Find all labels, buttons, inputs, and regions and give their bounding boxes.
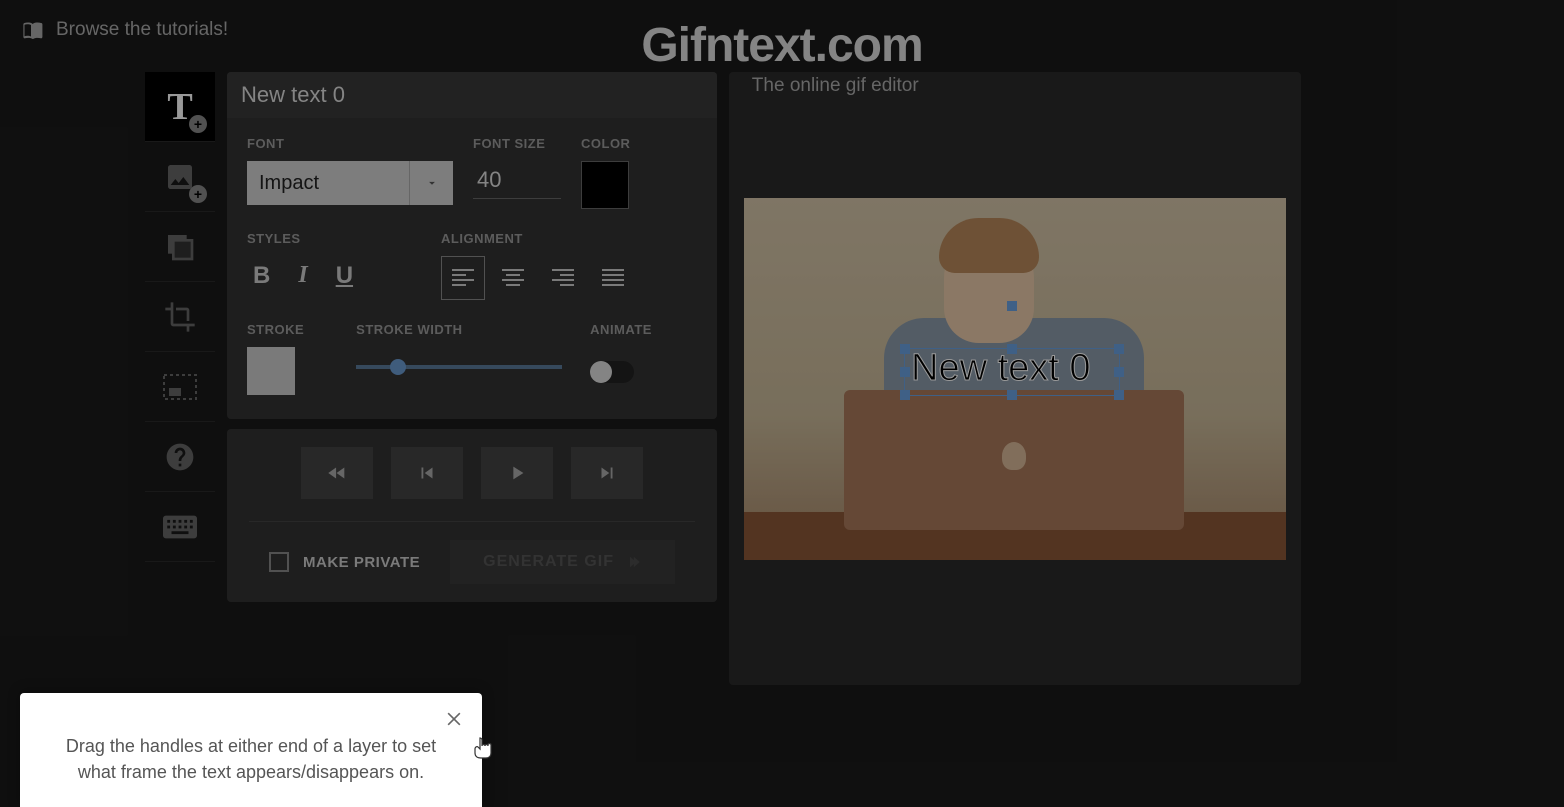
bold-button[interactable]: B bbox=[253, 262, 270, 290]
resize-handle[interactable] bbox=[1007, 344, 1017, 354]
resize-icon bbox=[163, 374, 197, 400]
align-center-button[interactable] bbox=[491, 256, 535, 300]
crop-icon bbox=[164, 301, 196, 333]
color-swatch[interactable] bbox=[581, 161, 629, 209]
add-badge-icon: + bbox=[189, 185, 207, 203]
apple-logo-icon bbox=[1002, 442, 1026, 470]
underline-button[interactable]: U bbox=[336, 262, 353, 290]
align-justify-button[interactable] bbox=[591, 256, 635, 300]
canvas-panel: New text 0 bbox=[729, 72, 1301, 685]
prev-frame-button[interactable] bbox=[391, 447, 463, 499]
generate-gif-button[interactable]: GENERATE GIF bbox=[450, 540, 675, 584]
next-frame-button[interactable] bbox=[571, 447, 643, 499]
fontsize-label: FONT SIZE bbox=[473, 136, 561, 151]
stroke-swatch[interactable] bbox=[247, 347, 295, 395]
align-right-button[interactable] bbox=[541, 256, 585, 300]
stroke-label: STROKE bbox=[247, 322, 304, 337]
align-left-button[interactable] bbox=[441, 256, 485, 300]
sidebar-keyboard[interactable] bbox=[145, 492, 215, 562]
overlay-text: New text 0 bbox=[911, 347, 1091, 390]
text-overlay[interactable]: New text 0 bbox=[904, 348, 1120, 396]
tooltip-text: Drag the handles at either end of a laye… bbox=[50, 733, 452, 785]
layers-icon bbox=[164, 231, 196, 263]
slider-thumb[interactable] bbox=[390, 359, 406, 375]
site-tagline: The online gif editor bbox=[641, 75, 922, 97]
chevron-down-icon bbox=[409, 161, 453, 205]
add-badge-icon: + bbox=[189, 115, 207, 133]
resize-handle[interactable] bbox=[1007, 390, 1017, 400]
fontsize-input[interactable] bbox=[473, 161, 561, 199]
site-title: Gifntext.com bbox=[641, 18, 922, 73]
preview-hair bbox=[939, 218, 1039, 273]
tutorials-link-label: Browse the tutorials! bbox=[56, 19, 228, 41]
font-label: FONT bbox=[247, 136, 453, 151]
resize-handle[interactable] bbox=[1114, 390, 1124, 400]
make-private-checkbox[interactable]: MAKE PRIVATE bbox=[269, 552, 420, 572]
styles-label: STYLES bbox=[247, 231, 359, 246]
sidebar-help[interactable] bbox=[145, 422, 215, 492]
toggle-thumb bbox=[590, 361, 612, 383]
gif-preview[interactable]: New text 0 bbox=[744, 198, 1286, 560]
sidebar-resize[interactable] bbox=[145, 352, 215, 422]
play-button[interactable] bbox=[481, 447, 553, 499]
generate-label: GENERATE GIF bbox=[483, 553, 614, 571]
resize-handle[interactable] bbox=[1114, 367, 1124, 377]
controls-panel: MAKE PRIVATE GENERATE GIF bbox=[227, 429, 717, 602]
stroke-width-slider[interactable] bbox=[356, 365, 562, 369]
sidebar-add-image[interactable]: + bbox=[145, 142, 215, 212]
make-private-label: MAKE PRIVATE bbox=[303, 554, 420, 571]
resize-handle[interactable] bbox=[1114, 344, 1124, 354]
sidebar-layers[interactable] bbox=[145, 212, 215, 282]
book-icon bbox=[20, 18, 44, 42]
color-label: COLOR bbox=[581, 136, 630, 151]
italic-button[interactable]: I bbox=[298, 262, 307, 290]
cursor-icon bbox=[474, 737, 492, 759]
onboarding-tooltip: Drag the handles at either end of a laye… bbox=[20, 693, 482, 807]
alignment-label: ALIGNMENT bbox=[441, 231, 635, 246]
tutorials-link[interactable]: Browse the tutorials! bbox=[20, 18, 228, 42]
font-select-value: Impact bbox=[247, 172, 409, 195]
strokewidth-label: STROKE WIDTH bbox=[356, 322, 562, 337]
sidebar: T + + bbox=[145, 72, 215, 685]
resize-handle[interactable] bbox=[900, 344, 910, 354]
keyboard-icon bbox=[163, 515, 197, 539]
rotate-handle[interactable] bbox=[1007, 301, 1017, 311]
sidebar-crop[interactable] bbox=[145, 282, 215, 352]
animate-label: ANIMATE bbox=[590, 322, 652, 337]
close-icon[interactable] bbox=[444, 709, 464, 729]
resize-handle[interactable] bbox=[900, 390, 910, 400]
resize-handle[interactable] bbox=[900, 367, 910, 377]
animate-toggle[interactable] bbox=[590, 361, 634, 383]
font-select[interactable]: Impact bbox=[247, 161, 453, 205]
sidebar-add-text[interactable]: T + bbox=[145, 72, 215, 142]
checkbox-icon bbox=[269, 552, 289, 572]
chevron-right-icon bbox=[624, 553, 642, 571]
text-properties-panel: New text 0 FONT Impact FONT SIZE bbox=[227, 72, 717, 419]
help-icon bbox=[164, 441, 196, 473]
rewind-button[interactable] bbox=[301, 447, 373, 499]
